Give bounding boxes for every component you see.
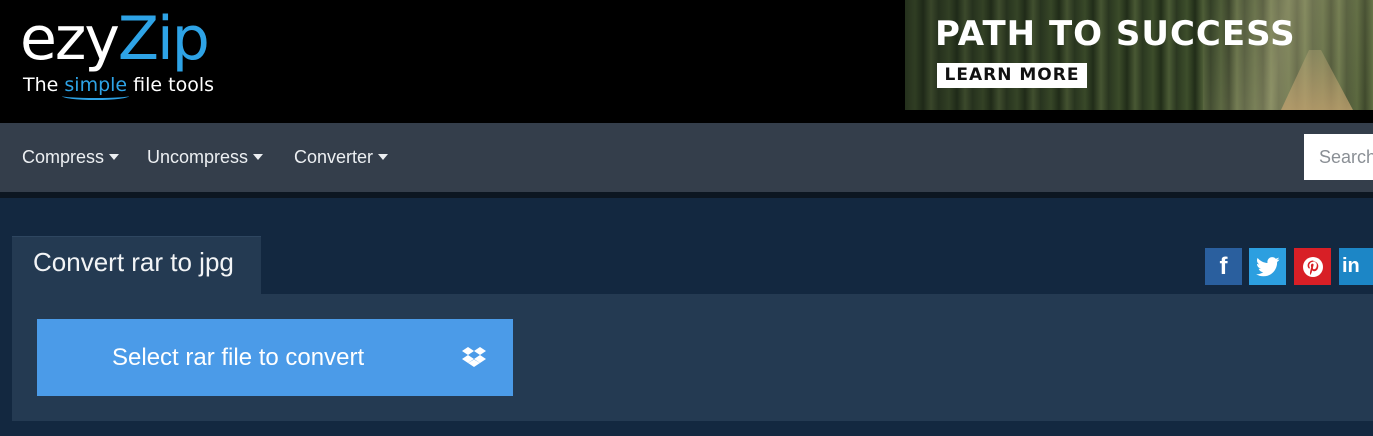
- tagline-highlight: simple: [64, 74, 128, 96]
- twitter-share-button[interactable]: [1249, 248, 1286, 285]
- nav-compress-label: Compress: [22, 147, 105, 167]
- caret-down-icon: [378, 154, 389, 160]
- facebook-icon: f: [1219, 252, 1228, 280]
- pinterest-icon: [1302, 256, 1323, 277]
- logo-wordmark: ezyZip: [20, 4, 210, 74]
- select-file-button[interactable]: Select rar file to convert: [37, 319, 513, 396]
- caret-down-icon: [109, 154, 120, 160]
- select-file-label: Select rar file to convert: [112, 344, 365, 371]
- logo-tagline: The simple file tools: [23, 74, 214, 96]
- page-title: Convert rar to jpg: [33, 247, 234, 277]
- linkedin-icon: in: [1342, 255, 1360, 277]
- ad-headline: PATH TO SUCCESS: [935, 14, 1296, 54]
- pinterest-share-button[interactable]: [1294, 248, 1331, 285]
- tagline-prefix: The: [23, 74, 65, 96]
- logo-ezy-text: ezy: [20, 4, 120, 74]
- main-navbar: Compress Uncompress Converter: [0, 123, 1373, 198]
- logo-zip-text: Zip: [117, 4, 210, 74]
- nav-uncompress-dropdown[interactable]: Uncompress: [147, 123, 264, 192]
- nav-compress-dropdown[interactable]: Compress: [22, 123, 120, 192]
- search-input[interactable]: [1304, 134, 1373, 180]
- site-header: ezyZip The simple file tools PATH TO SUC…: [0, 0, 1373, 123]
- facebook-share-button[interactable]: f: [1205, 248, 1242, 285]
- ad-banner[interactable]: PATH TO SUCCESS LEARN MORE: [905, 0, 1373, 110]
- ad-learn-more-button[interactable]: LEARN MORE: [937, 63, 1087, 88]
- nav-converter-label: Converter: [294, 147, 374, 167]
- dropbox-icon[interactable]: [461, 346, 487, 370]
- ezyzip-logo[interactable]: ezyZip The simple file tools: [20, 4, 240, 114]
- linkedin-share-button[interactable]: in: [1339, 248, 1373, 285]
- tab-convert-rar-to-jpg: Convert rar to jpg: [12, 236, 261, 294]
- tagline-suffix: file tools: [127, 74, 215, 96]
- nav-uncompress-label: Uncompress: [147, 147, 249, 167]
- caret-down-icon: [253, 154, 264, 160]
- nav-converter-dropdown[interactable]: Converter: [294, 123, 389, 192]
- twitter-bird-icon: [1255, 256, 1279, 276]
